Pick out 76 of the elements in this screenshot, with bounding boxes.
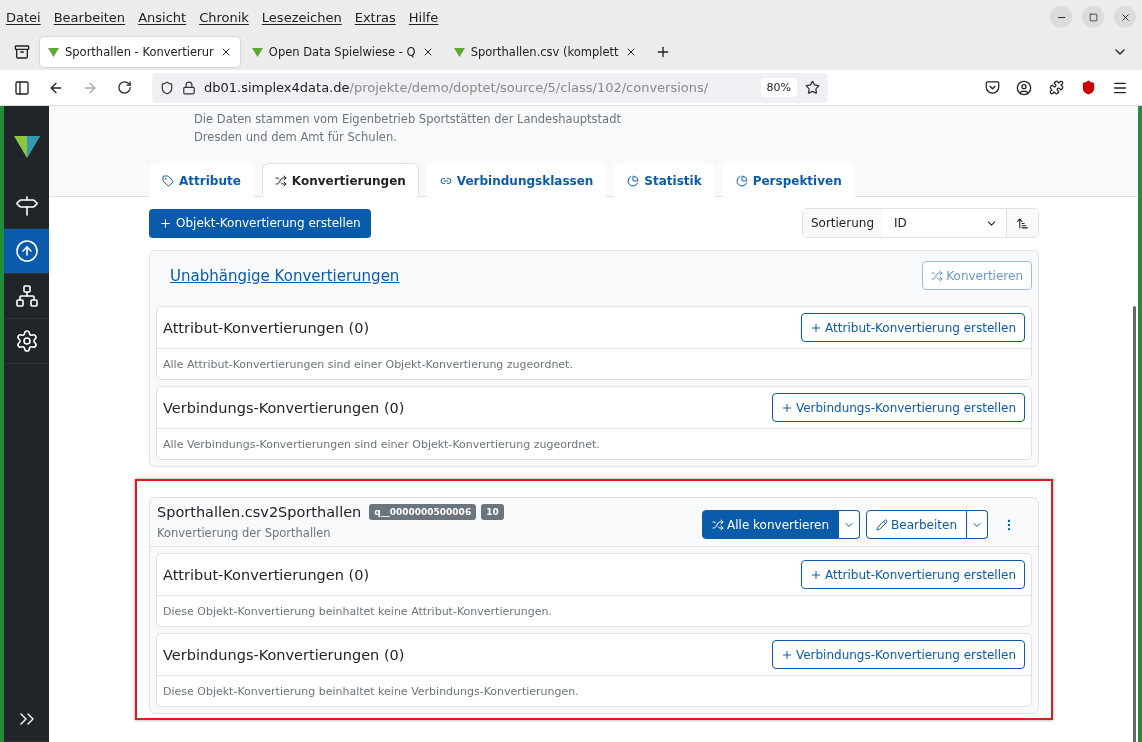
logo-icon — [48, 46, 59, 58]
lock-icon — [182, 80, 196, 95]
upload-icon — [14, 239, 39, 263]
create-button[interactable]: Attribut-Konvertierung erstellen — [801, 560, 1025, 589]
close-icon — [1119, 11, 1131, 23]
create-object-conversion-button[interactable]: Objekt-Konvertierung erstellen — [149, 208, 371, 238]
plus-icon — [780, 401, 793, 414]
pie-chart-icon — [627, 174, 640, 187]
menu-item[interactable]: Hilfe — [408, 9, 439, 25]
create-button[interactable]: Verbindungs-Konvertierung erstellen — [771, 640, 1025, 669]
shuffle-icon — [712, 518, 724, 531]
section-note: Diese Objekt-Konvertierung beinhaltet keine Verbindungs-Konvertierungen. — [162, 684, 580, 700]
pencil-icon — [876, 518, 889, 531]
browser-tab[interactable]: Sporthallen - Konvertierur — [40, 37, 240, 67]
plus-icon — [780, 648, 793, 661]
pocket-icon — [984, 80, 1000, 95]
logo-icon — [453, 46, 465, 58]
conversion-subtitle: Konvertierung der Sporthallen — [157, 526, 332, 540]
tag-icon — [162, 174, 174, 187]
menu-item[interactable]: Lesezeichen — [261, 9, 342, 25]
group-title-link[interactable]: Unabhängige Konvertierungen — [170, 266, 400, 285]
tab[interactable]: Konvertierungen — [261, 163, 419, 197]
maximize-icon — [1088, 12, 1098, 22]
convert-all-button[interactable]: Alle konvertieren — [702, 510, 840, 539]
section-note: Alle Verbindungs-Konvertierungen sind einer Objekt-Konvertierung zugeordnet. — [162, 437, 601, 453]
plus-icon — [810, 321, 823, 334]
section-title: Attribut-Konvertierungen (0) — [163, 566, 370, 583]
url-text: db01.simplex4data.de/projekte/demo/doptet/source/5/class/102/conversions/ — [204, 80, 709, 95]
shield-icon — [1080, 80, 1096, 95]
dropdown-toggle[interactable] — [967, 510, 988, 539]
menu-item[interactable]: Datei — [6, 9, 41, 25]
signpost-icon — [14, 194, 39, 218]
badge: 10 — [481, 504, 504, 520]
user-icon — [1016, 79, 1032, 96]
description-text: Die Daten stammen vom Eigenbetrieb Sportstätten der Landeshauptstadt Dresden und dem Amt für Schulen. — [194, 111, 622, 146]
menu-item[interactable]: Ansicht — [138, 9, 187, 25]
create-button[interactable]: Attribut-Konvertierung erstellen — [801, 313, 1025, 342]
section-note: Alle Attribut-Konvertierungen sind einer Objekt-Konvertierung zugeordnet. — [162, 357, 574, 373]
address-bar[interactable]: db01.simplex4data.de/projekte/demo/doptet/source/5/class/102/conversions/ 80% — [152, 72, 828, 103]
zoom-level[interactable]: 80% — [760, 78, 797, 97]
menu-item[interactable]: Bearbeiten — [53, 9, 126, 25]
badge: q__0000000500006 — [369, 504, 477, 520]
menu-item[interactable]: Chronik — [199, 9, 249, 25]
section-title: Attribut-Konvertierungen (0) — [163, 319, 370, 336]
plus-icon — [810, 568, 823, 581]
tab[interactable]: Attribute — [149, 163, 254, 197]
settings-icon — [14, 329, 39, 353]
app-logo — [13, 136, 40, 158]
shuffle-icon — [931, 269, 944, 282]
section-title: Verbindungs-Konvertierungen (0) — [163, 399, 405, 416]
tab[interactable]: Perspektiven — [722, 163, 855, 197]
conversion-title: Sporthallen.csv2Sporthallen — [157, 504, 362, 520]
dropdown-toggle[interactable] — [839, 510, 861, 539]
close-button[interactable] — [1114, 6, 1136, 28]
create-button[interactable]: Verbindungs-Konvertierung erstellen — [771, 393, 1025, 422]
reload-icon — [116, 80, 132, 95]
network-icon — [14, 284, 39, 308]
section-note: Diese Objekt-Konvertierung beinhaltet keine Attribut-Konvertierungen. — [162, 604, 553, 620]
browser-tab[interactable]: Sporthallen.csv (komplett — [445, 37, 645, 67]
browser-tab[interactable]: Open Data Spielwiese - Q — [243, 37, 442, 67]
logo-icon — [251, 46, 263, 58]
tab[interactable]: Statistik — [614, 163, 715, 197]
edit-button[interactable]: Bearbeiten — [866, 510, 967, 539]
puzzle-icon — [1048, 80, 1064, 95]
tab[interactable]: Verbindungsklassen — [426, 163, 607, 197]
menu-item[interactable]: Extras — [354, 9, 396, 25]
plus-icon — [159, 216, 172, 230]
shuffle-icon — [274, 174, 287, 187]
bookmark-star-icon[interactable] — [805, 80, 820, 95]
pie-chart-icon — [735, 174, 748, 187]
box-icon — [14, 44, 30, 60]
shield-icon — [160, 80, 174, 95]
maximize-button[interactable] — [1082, 6, 1104, 28]
panel-icon — [14, 79, 30, 96]
sidebar-item[interactable] — [4, 229, 49, 274]
section-title: Verbindungs-Konvertierungen (0) — [163, 646, 405, 663]
